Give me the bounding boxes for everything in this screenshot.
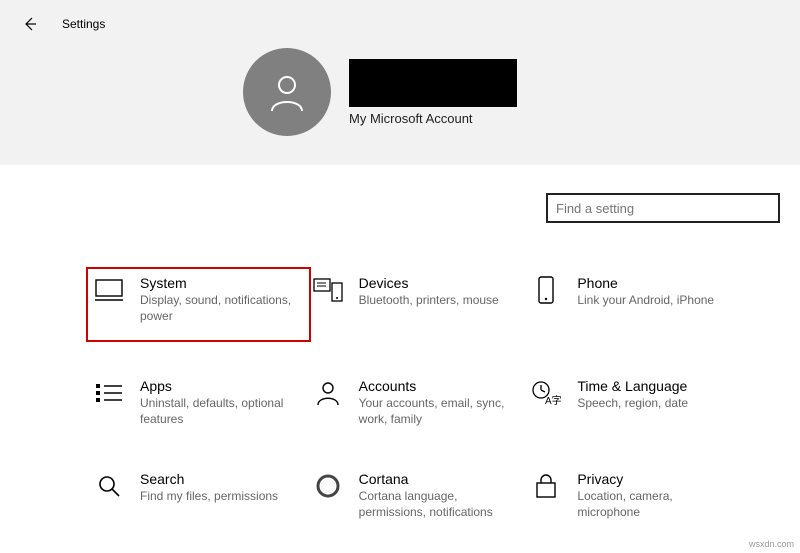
- settings-grid: System Display, sound, notifications, po…: [0, 223, 800, 521]
- search-input[interactable]: [546, 193, 780, 223]
- lock-icon: [535, 473, 557, 499]
- avatar: [243, 48, 331, 136]
- tile-accounts[interactable]: Accounts Your accounts, email, sync, wor…: [313, 378, 522, 427]
- tile-title: System: [140, 275, 295, 291]
- person-icon: [316, 380, 340, 406]
- search-icon: [97, 474, 121, 498]
- tile-desc: Find my files, permissions: [140, 489, 295, 505]
- devices-icon: [313, 278, 343, 302]
- tile-cortana[interactable]: Cortana Cortana language, permissions, n…: [313, 471, 522, 520]
- back-arrow-icon: [22, 16, 38, 32]
- tile-title: Devices: [359, 275, 514, 291]
- tile-search[interactable]: Search Find my files, permissions: [94, 471, 303, 520]
- phone-icon: [537, 276, 555, 304]
- tile-desc: Bluetooth, printers, mouse: [359, 293, 514, 309]
- tile-desc: Uninstall, defaults, optional features: [140, 396, 295, 427]
- svg-text:A字: A字: [545, 394, 561, 406]
- apps-icon: [96, 382, 122, 404]
- tile-privacy[interactable]: Privacy Location, camera, microphone: [531, 471, 740, 520]
- tile-phone[interactable]: Phone Link your Android, iPhone: [531, 275, 740, 334]
- tile-title: Cortana: [359, 471, 514, 487]
- tile-apps[interactable]: Apps Uninstall, defaults, optional featu…: [94, 378, 303, 427]
- back-button[interactable]: [20, 14, 40, 34]
- tile-desc: Display, sound, notifications, power: [140, 293, 295, 324]
- tile-desc: Your accounts, email, sync, work, family: [359, 396, 514, 427]
- watermark: wsxdn.com: [749, 539, 794, 549]
- user-icon: [264, 69, 310, 115]
- account-name-redacted: [349, 59, 517, 107]
- tile-system[interactable]: System Display, sound, notifications, po…: [94, 275, 303, 334]
- tile-devices[interactable]: Devices Bluetooth, printers, mouse: [313, 275, 522, 334]
- tile-title: Phone: [577, 275, 732, 291]
- tile-desc: Cortana language, permissions, notificat…: [359, 489, 514, 520]
- tile-title: Apps: [140, 378, 295, 394]
- display-icon: [95, 279, 123, 301]
- tile-desc: Location, camera, microphone: [577, 489, 732, 520]
- tile-title: Accounts: [359, 378, 514, 394]
- app-title: Settings: [62, 17, 105, 31]
- tile-title: Search: [140, 471, 295, 487]
- tile-time-language[interactable]: A字 Time & Language Speech, region, date: [531, 378, 740, 427]
- tile-title: Privacy: [577, 471, 732, 487]
- tile-desc: Link your Android, iPhone: [577, 293, 732, 309]
- tile-desc: Speech, region, date: [577, 396, 732, 412]
- tile-title: Time & Language: [577, 378, 732, 394]
- cortana-icon: [316, 474, 340, 498]
- time-language-icon: A字: [531, 380, 561, 406]
- account-type: My Microsoft Account: [349, 111, 517, 126]
